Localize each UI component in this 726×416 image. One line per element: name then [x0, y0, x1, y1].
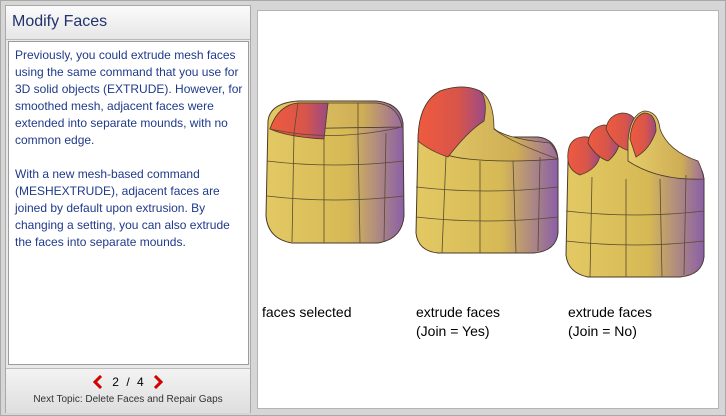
- caption-join-yes: extrude faces (Join = Yes): [416, 304, 501, 339]
- navigation-bar: 2 / 4 Next Topic: Delete Faces and Repai…: [6, 368, 250, 413]
- pager: 2 / 4: [6, 374, 250, 390]
- paragraph-meshextrude: With a new mesh-based command (MESHEXTRU…: [15, 167, 230, 249]
- caption-join-no: extrude faces (Join = No): [568, 304, 653, 339]
- cube-faces-selected: [265, 100, 405, 244]
- description-box: Previously, you could extrude mesh faces…: [8, 41, 249, 365]
- chevron-left-icon[interactable]: [92, 374, 103, 389]
- paragraph-previously: Previously, you could extrude mesh faces…: [15, 48, 243, 147]
- page-indicator: 2 / 4: [112, 375, 143, 389]
- title-bar: Modify Faces: [6, 6, 250, 40]
- next-topic-link[interactable]: Next Topic: Delete Faces and Repair Gaps: [6, 394, 250, 405]
- mesh-illustration: [265, 86, 705, 278]
- cube-join-no: [565, 110, 705, 278]
- page-separator: /: [126, 374, 130, 389]
- help-window: Modify Faces Previously, you could extru…: [0, 0, 726, 416]
- illustration-panel: faces selected extrude faces (Join = Yes…: [257, 10, 719, 409]
- current-page: 2: [112, 374, 119, 389]
- chevron-right-icon[interactable]: [153, 374, 164, 389]
- cube-join-yes: [415, 86, 559, 254]
- page-title: Modify Faces: [12, 13, 108, 30]
- caption-faces-selected: faces selected: [262, 304, 352, 320]
- left-panel: Modify Faces Previously, you could extru…: [5, 5, 251, 413]
- total-pages: 4: [137, 374, 144, 389]
